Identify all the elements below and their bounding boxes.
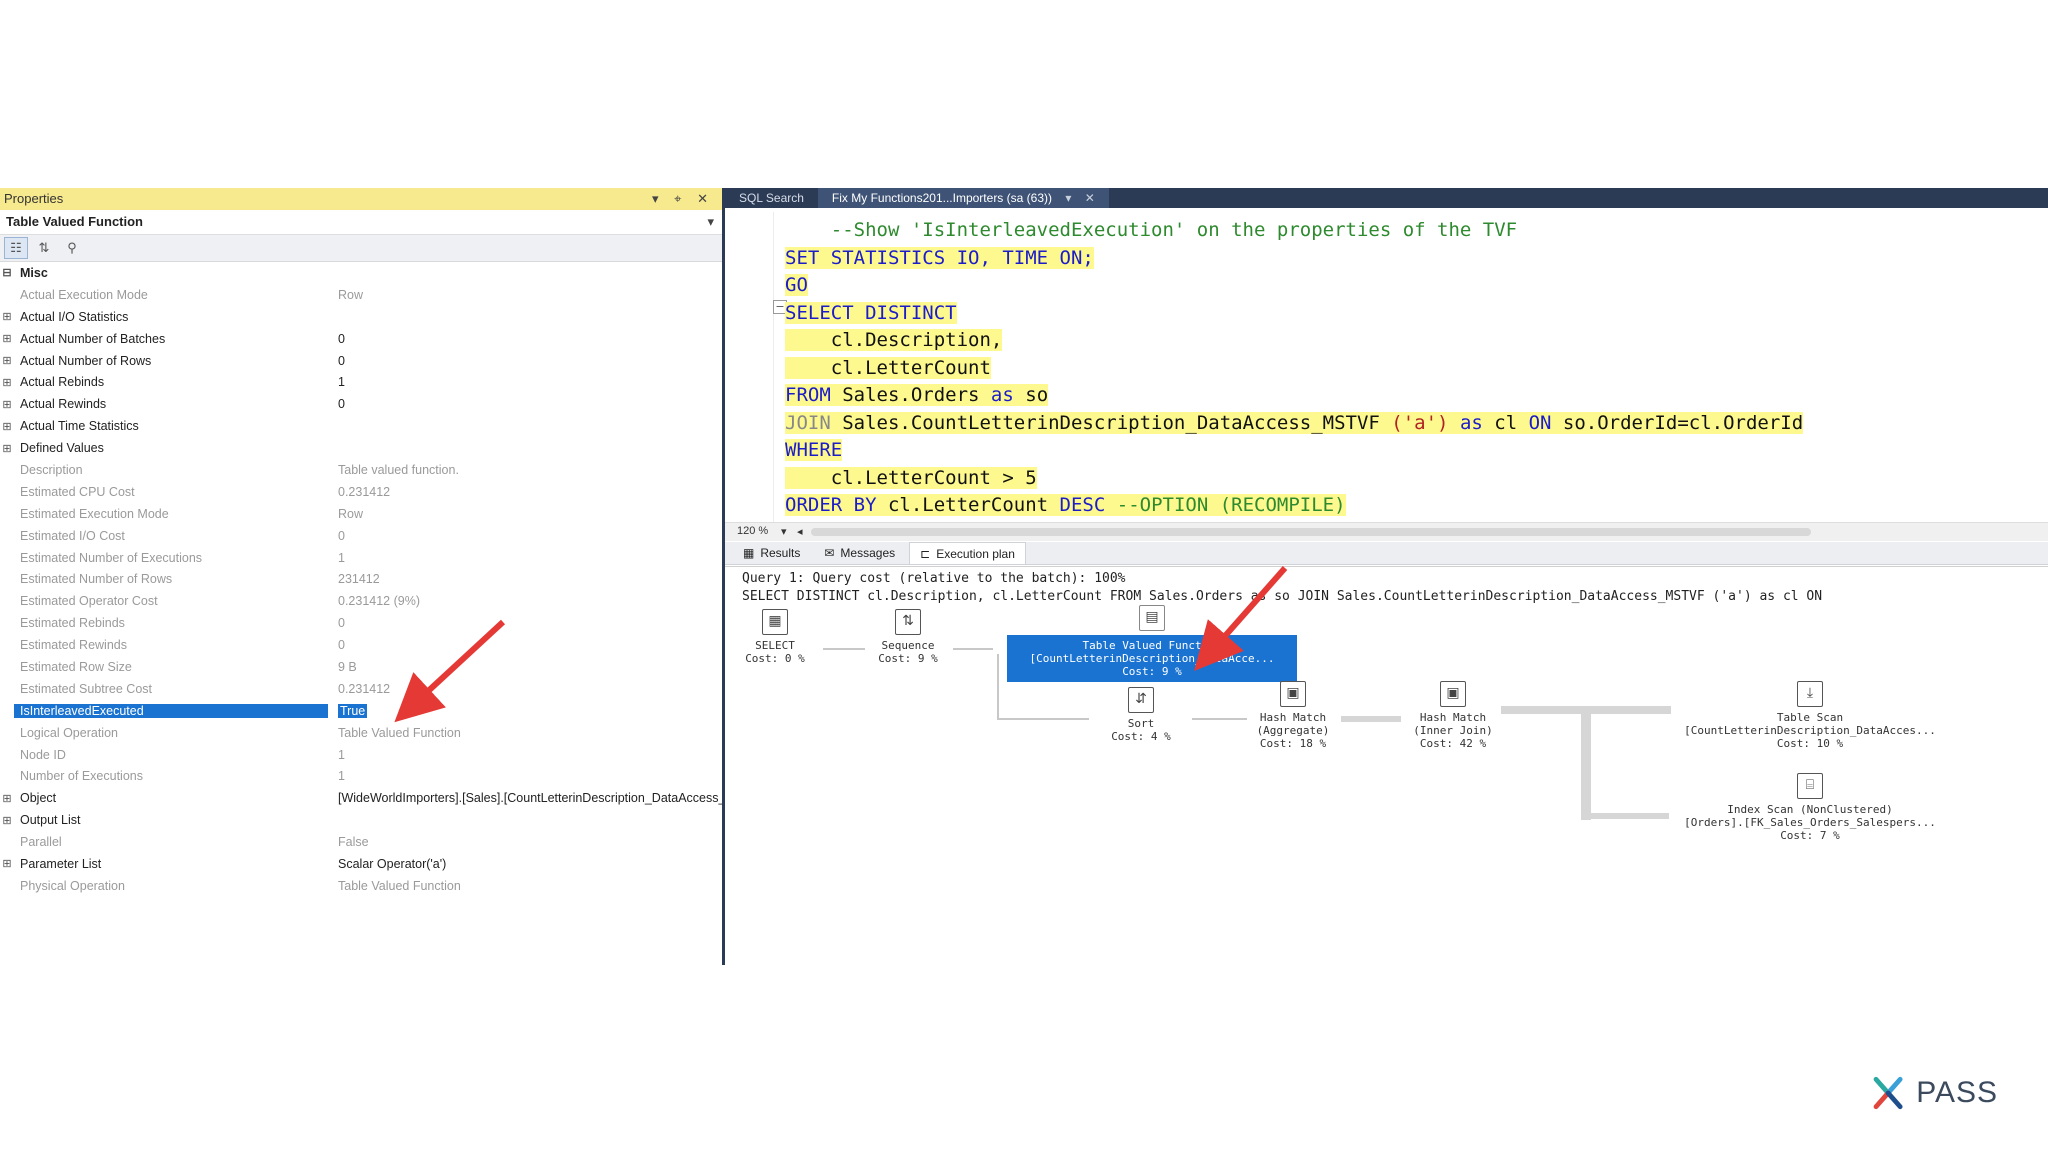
- pass-logo-icon: [1873, 1076, 1903, 1110]
- screenshot: Properties ▾ ⌖ ✕ Table Valued Function ▾…: [0, 188, 2048, 966]
- annotation-layer: [394, 566, 1288, 723]
- pass-logo: PASS: [1868, 1065, 1998, 1121]
- logo-text: PASS: [1916, 1076, 1998, 1109]
- annotation-arrow: [1194, 566, 1288, 671]
- annotation-arrow: [394, 619, 506, 723]
